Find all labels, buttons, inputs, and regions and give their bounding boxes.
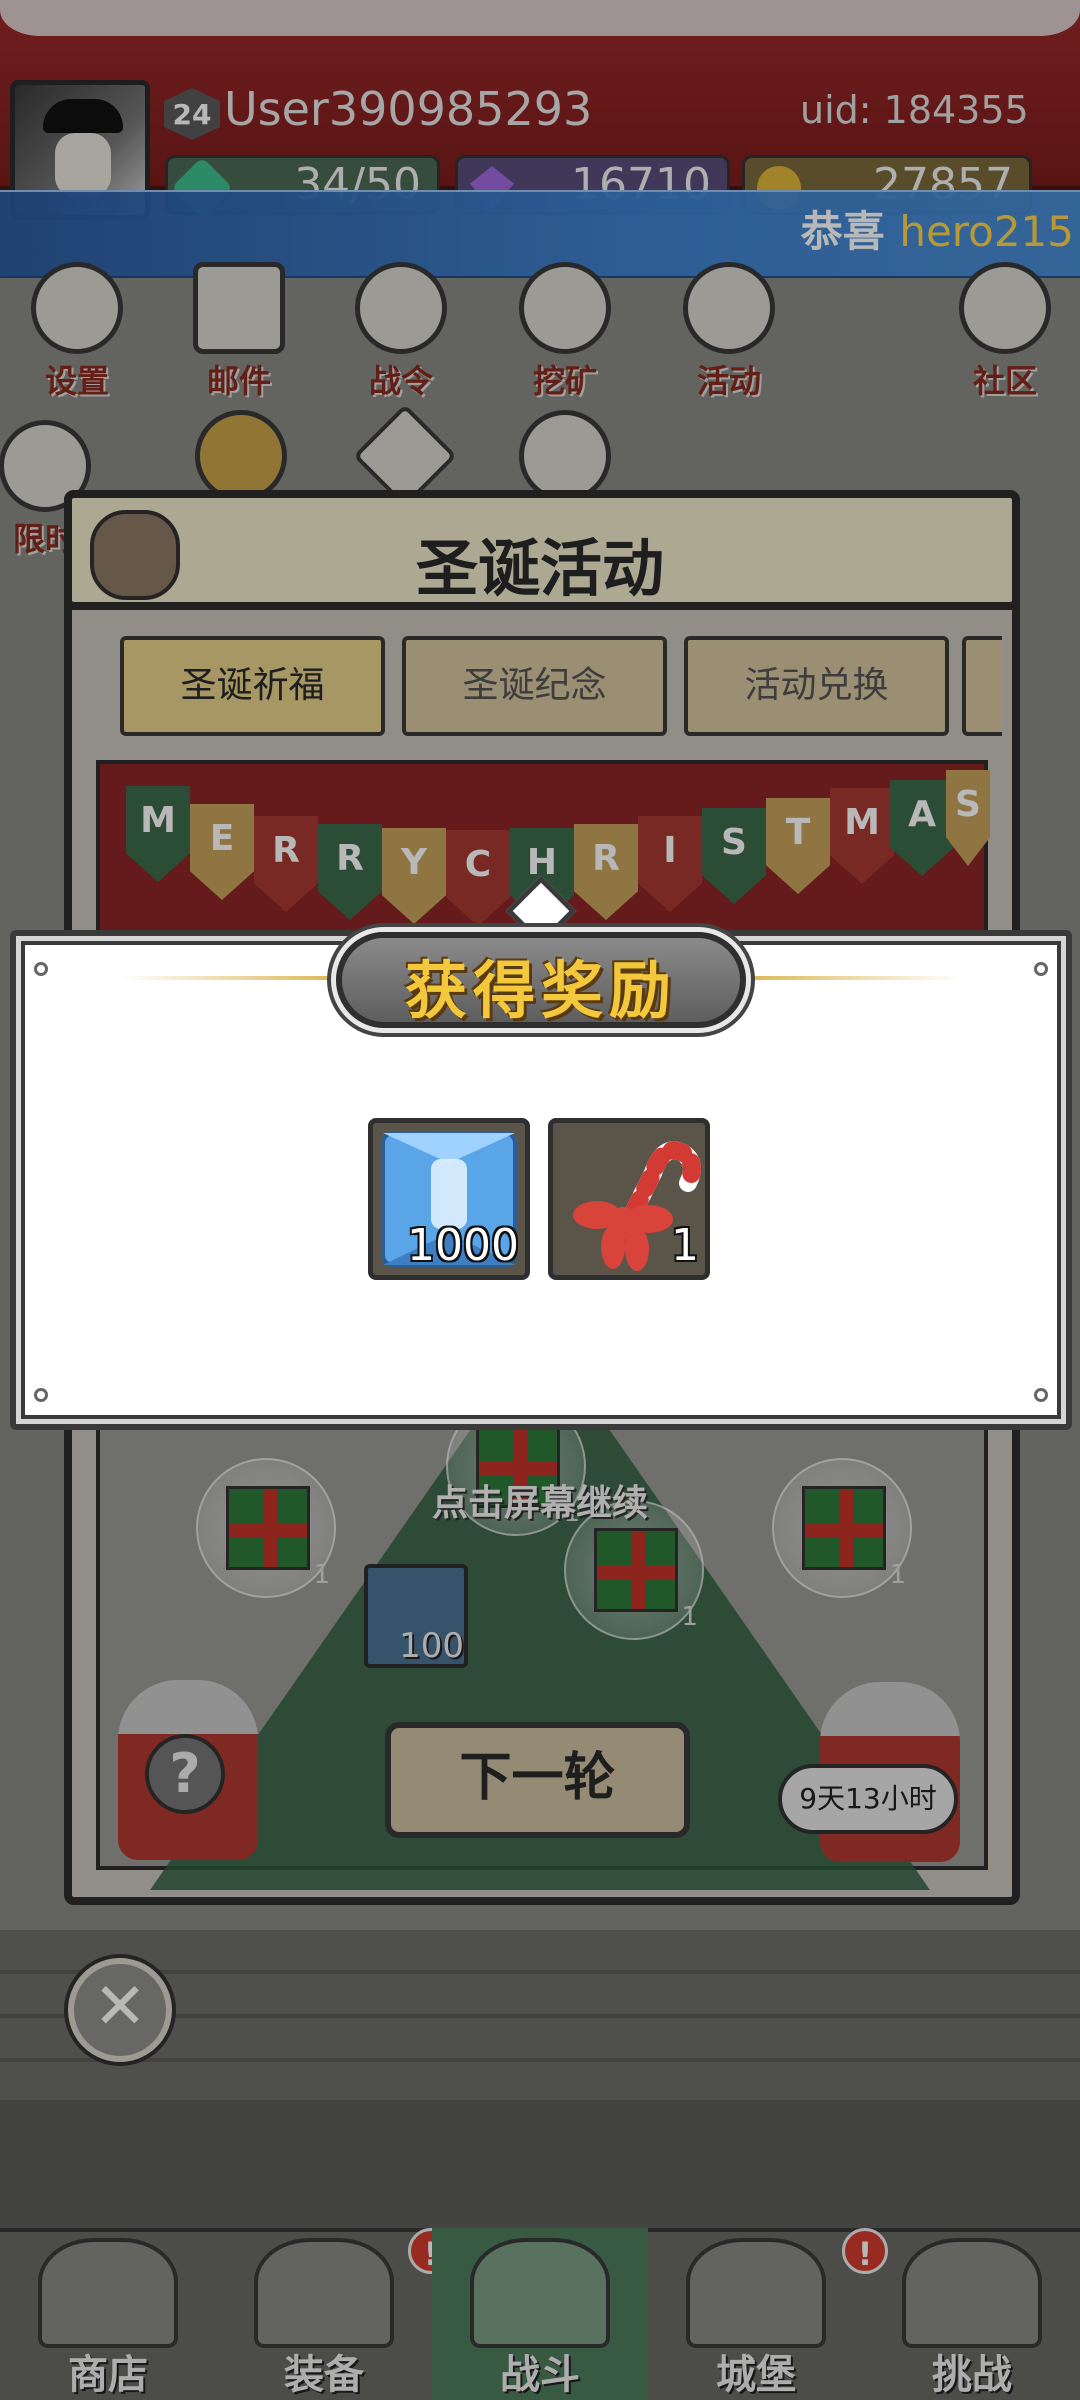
corner-rivet — [34, 962, 48, 976]
reward-count: 1 — [671, 1220, 699, 1271]
reward-item[interactable]: 1000 — [368, 1118, 530, 1280]
title-line-right — [732, 976, 962, 980]
corner-rivet — [34, 1388, 48, 1402]
title-line-left — [120, 976, 350, 980]
corner-rivet — [1034, 1388, 1048, 1402]
reward-count: 1000 — [407, 1220, 519, 1271]
reward-title: 获得奖励 — [404, 954, 677, 1027]
corner-rivet — [1034, 962, 1048, 976]
reward-item[interactable]: 1 — [548, 1118, 710, 1280]
